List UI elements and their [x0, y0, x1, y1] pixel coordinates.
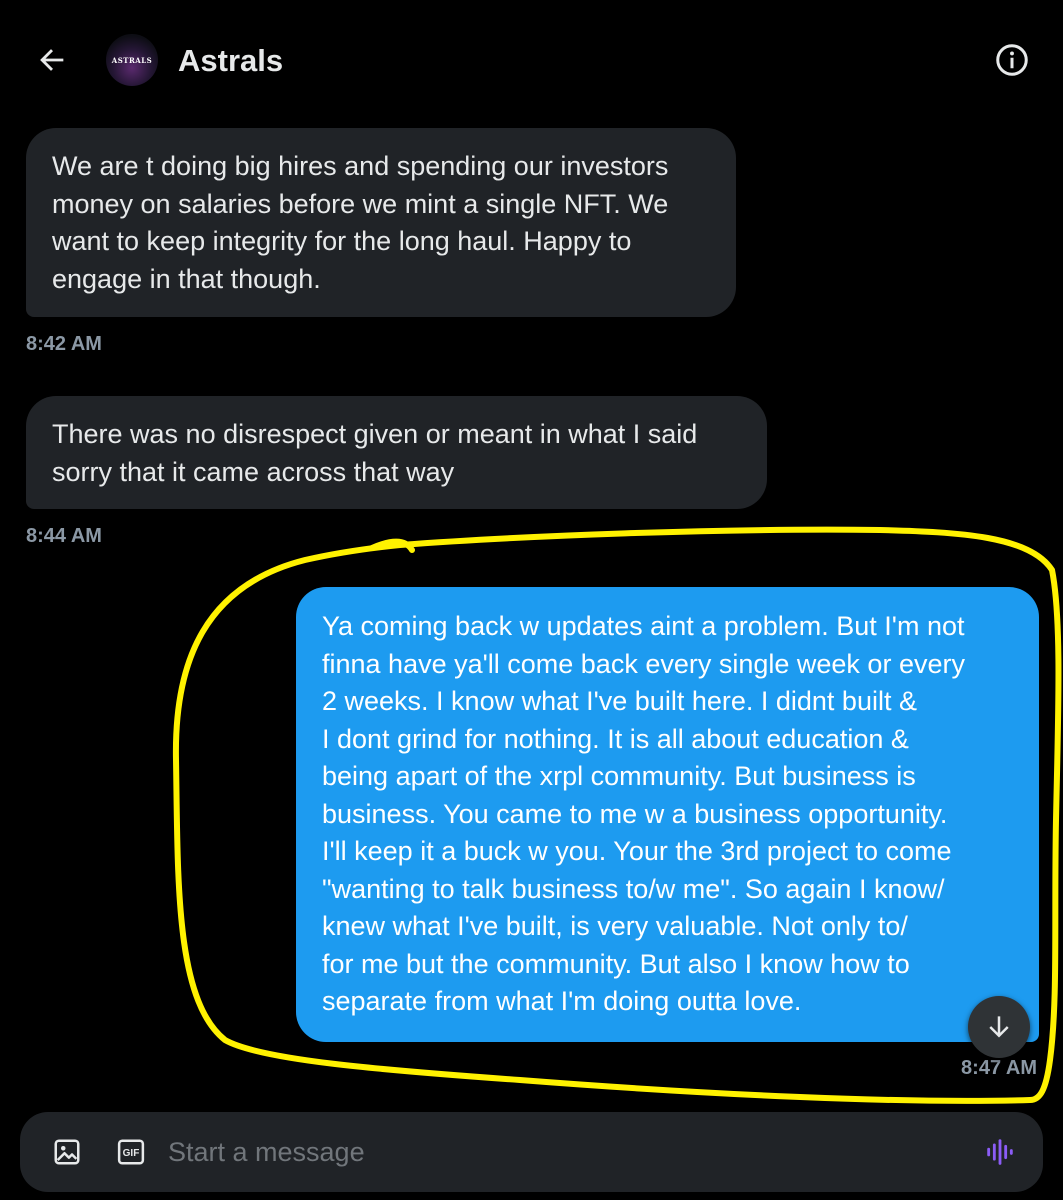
message-input[interactable]	[168, 1130, 948, 1174]
voice-message-button[interactable]	[980, 1132, 1020, 1172]
message-bubble-incoming[interactable]: We are t doing big hires and spending ou…	[26, 128, 736, 317]
avatar-logo-text: ASTRALS	[111, 55, 153, 65]
arrow-left-icon	[40, 49, 64, 71]
avatar[interactable]: ASTRALS	[106, 34, 158, 86]
message-timestamp: 8:47 AM	[961, 1057, 1037, 1079]
gif-label: GIF	[123, 1148, 140, 1159]
arrow-down-icon	[989, 1016, 1009, 1038]
message-timestamp: 8:42 AM	[26, 333, 102, 355]
message-composer: GIF	[20, 1112, 1043, 1192]
info-button[interactable]	[990, 38, 1034, 82]
conversation-header: ASTRALS Astrals	[0, 0, 1063, 120]
voice-icon	[987, 1139, 1013, 1165]
scroll-down-button[interactable]	[968, 996, 1030, 1058]
conversation-title[interactable]: Astrals	[178, 40, 283, 82]
message-bubble-outgoing[interactable]: Ya coming back w updates aint a problem.…	[296, 587, 1039, 1042]
message-timestamp: 8:44 AM	[26, 525, 102, 547]
gif-button[interactable]: GIF	[111, 1132, 151, 1172]
media-button[interactable]	[47, 1132, 87, 1172]
message-bubble-incoming[interactable]: There was no disrespect given or meant i…	[26, 396, 767, 509]
back-button[interactable]	[30, 38, 74, 82]
info-icon	[996, 44, 1028, 76]
image-icon	[54, 1139, 80, 1165]
gif-icon: GIF	[117, 1139, 145, 1165]
